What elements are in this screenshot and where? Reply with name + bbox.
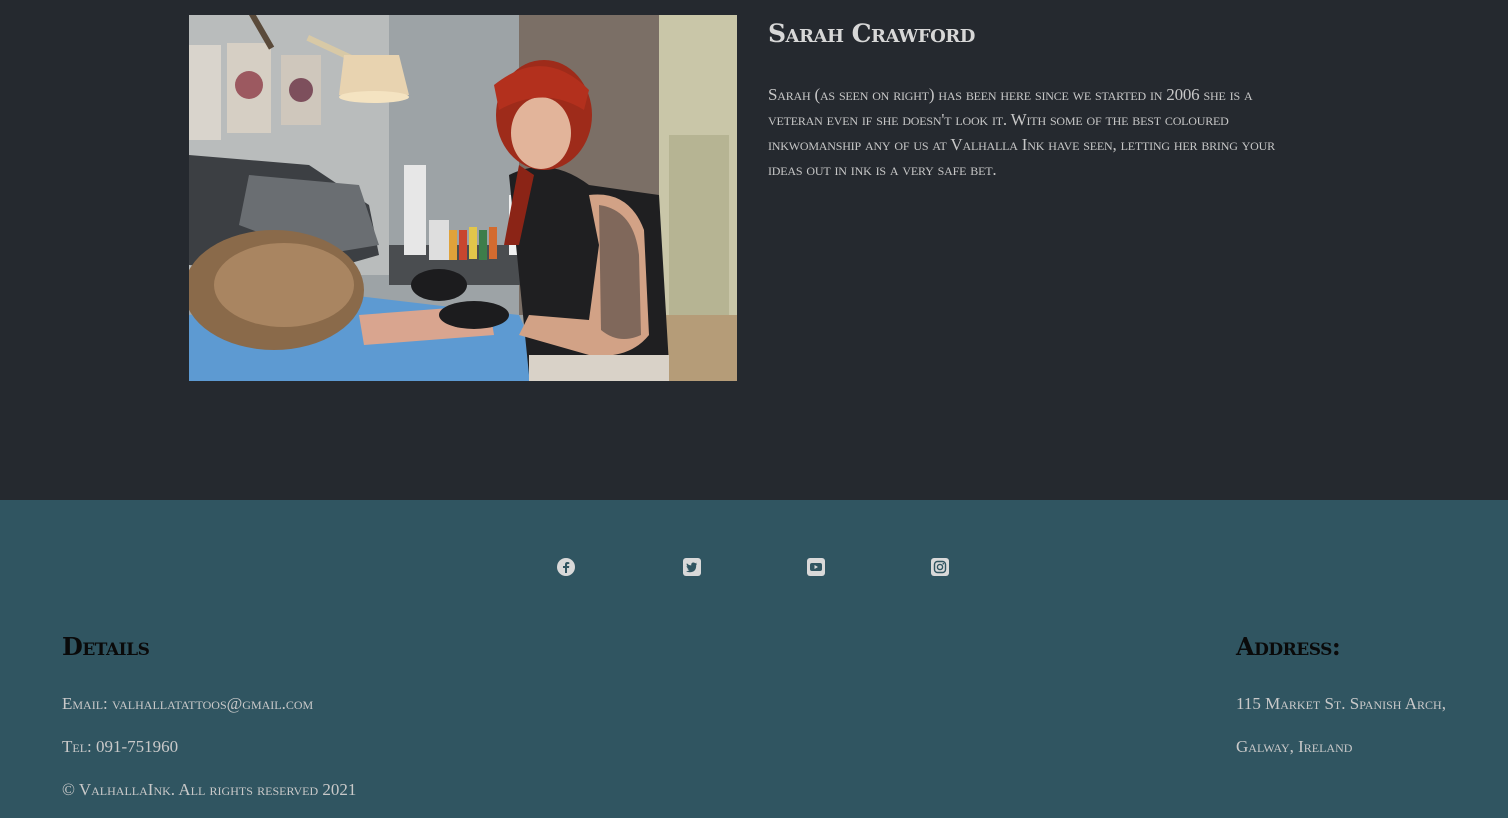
artist-section: Sarah Crawford Sarah (as seen on right) … [0, 0, 1508, 500]
youtube-icon[interactable] [807, 558, 825, 576]
artist-description: Sarah (as seen on right) has been here s… [768, 85, 1275, 179]
details-heading: Details [62, 632, 150, 661]
footer-phone[interactable]: Tel: 091-751960 [62, 737, 178, 757]
footer-email[interactable]: Email: valhallatattoos@gmail.com [62, 694, 313, 714]
tattoo-artist-photo [189, 15, 737, 381]
instagram-icon[interactable] [931, 558, 949, 576]
facebook-icon[interactable] [557, 558, 575, 576]
artist-bio: Sarah Crawford Sarah (as seen on right) … [768, 18, 1308, 182]
address-line-2: Galway, Ireland [1236, 737, 1353, 756]
address-heading: Address: [1236, 632, 1341, 661]
footer-copyright: © ValhallaInk. All rights reserved 2021 [62, 780, 357, 799]
artist-photo [189, 15, 737, 381]
artist-name: Sarah Crawford [768, 19, 975, 48]
twitter-icon[interactable] [683, 558, 701, 576]
address-line-1: 115 Market St. Spanish Arch, [1236, 694, 1446, 713]
